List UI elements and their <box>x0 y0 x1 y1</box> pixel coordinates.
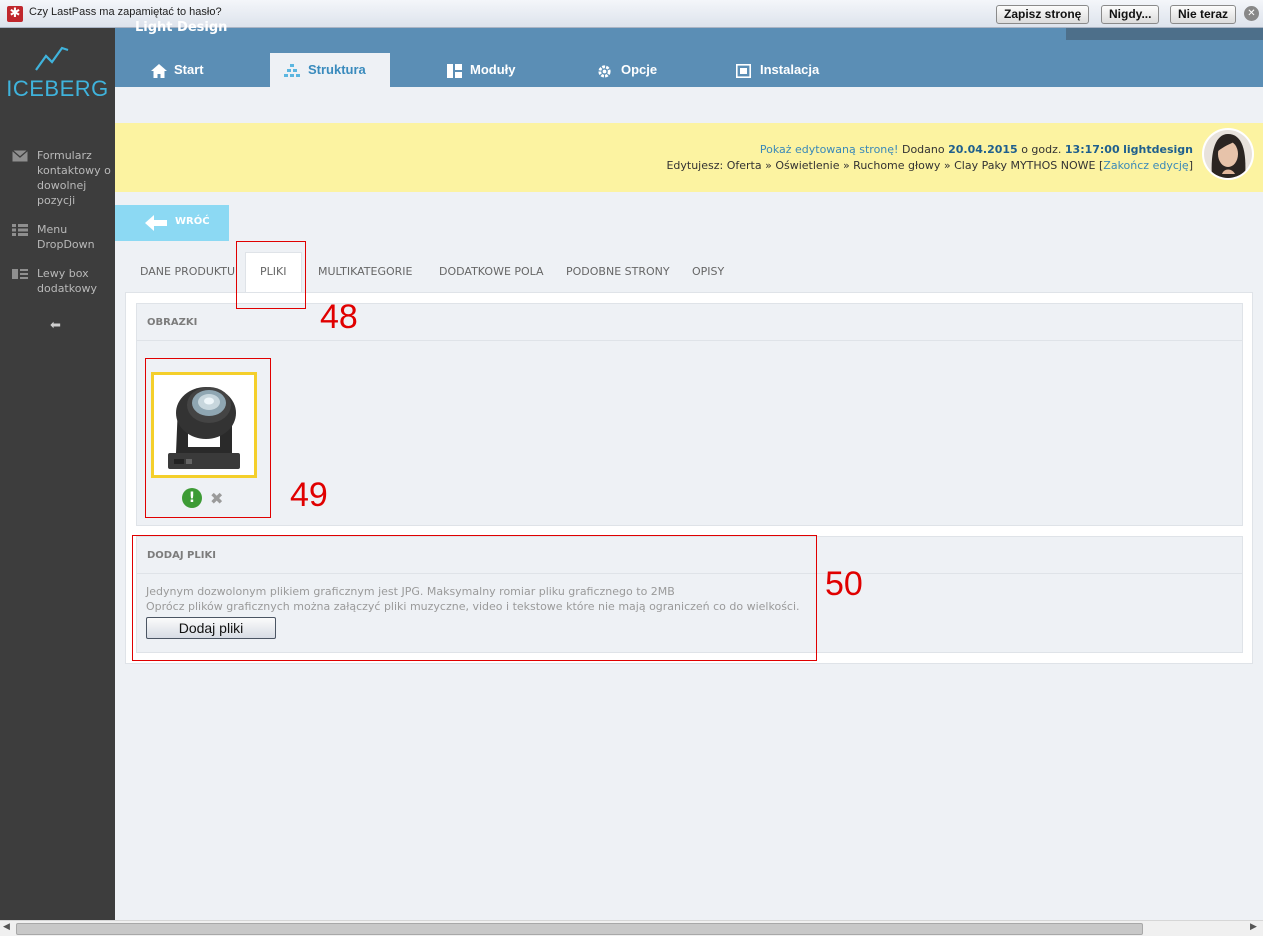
menu-grid-icon <box>12 224 28 236</box>
top-header: Light Design Start Struktura Moduły Opcj… <box>115 20 1263 87</box>
tab-multikategorie[interactable]: MULTIKATEGORIE <box>318 265 413 278</box>
brand-name[interactable]: ICEBERG <box>0 76 115 102</box>
user-toolbar <box>1066 28 1263 40</box>
lastpass-never-button[interactable]: Nigdy... <box>1101 5 1160 24</box>
edit-info-bar: Pokaż edytowaną stronę! Dodano 20.04.201… <box>115 123 1263 192</box>
sidebar-item-label: Formularz kontaktowy o dowolnej pozycji <box>37 149 111 207</box>
editing-path: Oferta » Oświetlenie » Ruchome głowy » C… <box>726 159 1096 172</box>
annotation-box-48 <box>236 241 306 309</box>
collapse-arrow-icon[interactable]: ⬅ <box>50 318 61 333</box>
sidebar: ICEBERG Formularz kontaktowy o dowolnej … <box>0 28 115 920</box>
tab-struktura[interactable]: Struktura <box>270 53 390 87</box>
tab-opcje[interactable]: Opcje <box>583 53 703 87</box>
lastpass-logo-icon: ✱ <box>7 6 23 22</box>
gear-icon <box>598 65 611 78</box>
site-title: Light Design <box>135 20 228 35</box>
close-icon[interactable]: ✕ <box>1244 6 1259 21</box>
annotation-label-48: 48 <box>320 298 358 336</box>
added-date: 20.04.2015 <box>948 143 1018 156</box>
tab-opisy[interactable]: OPISY <box>692 265 724 278</box>
list-box-icon <box>12 269 28 279</box>
lastpass-save-button[interactable]: Zapisz stronę <box>996 5 1090 24</box>
header-spacer <box>115 87 1263 123</box>
tab-start[interactable]: Start <box>135 53 255 87</box>
back-arrow-icon <box>145 215 167 231</box>
editing-info: Edytujesz: Oferta » Oświetlenie » Ruchom… <box>666 159 1193 172</box>
home-icon <box>151 64 167 78</box>
lastpass-prompt: Czy LastPass ma zapamiętać to hasło? <box>29 6 222 18</box>
added-user: lightdesign <box>1123 143 1193 156</box>
envelope-icon <box>12 150 28 162</box>
structure-icon <box>284 64 300 77</box>
tab-dodatkowe-pola[interactable]: DODATKOWE POLA <box>439 265 544 278</box>
tab-dane-produktu[interactable]: DANE PRODUKTU <box>140 265 235 278</box>
scroll-left-icon[interactable]: ◀ <box>3 922 10 932</box>
tab-instalacja[interactable]: Instalacja <box>722 53 842 87</box>
scroll-right-icon[interactable]: ▶ <box>1250 922 1257 932</box>
images-section-title: OBRAZKI <box>147 317 198 328</box>
annotation-box-50 <box>132 535 817 661</box>
sidebar-item-label: Menu DropDown <box>37 223 95 251</box>
horizontal-scrollbar[interactable]: ◀ ▶ <box>0 920 1263 936</box>
brand-logo-icon <box>35 46 69 71</box>
avatar-portrait-icon <box>1204 130 1252 178</box>
sidebar-item-label: Lewy box dodatkowy <box>37 267 97 295</box>
show-page-link[interactable]: Pokaż edytowaną stronę! <box>760 143 899 156</box>
install-icon <box>736 64 751 78</box>
added-time: 13:17:00 <box>1064 143 1120 156</box>
tab-moduly[interactable]: Moduły <box>433 53 553 87</box>
added-info: Pokaż edytowaną stronę! Dodano 20.04.201… <box>759 143 1193 156</box>
back-button[interactable]: WRÓĆ <box>115 205 229 241</box>
annotation-label-50: 50 <box>825 565 863 603</box>
tab-podobne-strony[interactable]: PODOBNE STRONY <box>566 265 670 278</box>
end-edit-link[interactable]: Zakończ edycję <box>1103 159 1188 172</box>
annotation-box-49 <box>145 358 271 518</box>
lastpass-not-now-button[interactable]: Nie teraz <box>1170 5 1237 24</box>
annotation-label-49: 49 <box>290 476 328 514</box>
back-label: WRÓĆ <box>175 216 210 227</box>
modules-icon <box>447 64 462 78</box>
avatar[interactable] <box>1202 128 1254 180</box>
scrollbar-thumb[interactable] <box>16 923 1143 935</box>
